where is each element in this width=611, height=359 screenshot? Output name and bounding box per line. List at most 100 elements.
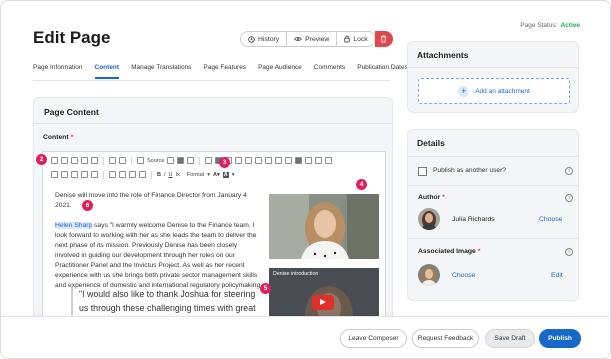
publish-as-other-label: Publish as another user? [433,167,506,174]
save-draft-button[interactable]: Save Draft [485,329,535,348]
blockquote-icon[interactable] [91,171,98,178]
editor-paragraph: says "I warmly welcome Denise to the Fin… [55,222,263,289]
preview-button[interactable]: Preview [287,32,338,46]
bold-icon[interactable]: B [157,172,161,178]
author-avatar [418,208,440,230]
tab-manage-translations[interactable]: Manage Translations [131,64,191,79]
paste-text-icon[interactable] [81,157,88,164]
numbered-list-icon[interactable] [51,171,58,178]
app-frame: Page Status: Active Edit Page History Pre… [0,0,611,359]
info-icon[interactable]: i [565,248,573,256]
redo-icon[interactable] [119,157,126,164]
source-icon[interactable] [137,157,144,164]
content-label-text: Content [43,134,69,141]
justify-icon[interactable] [139,171,146,178]
lock-icon [344,35,351,43]
table-icon[interactable] [265,157,273,164]
leave-composer-button[interactable]: Leave Composer [340,329,407,348]
outdent-icon[interactable] [71,171,78,178]
iframe-icon[interactable] [305,157,313,164]
align-right-icon[interactable] [129,171,136,178]
undo-icon[interactable] [109,157,116,164]
tab-page-features[interactable]: Page Features [203,64,246,79]
toolbar-separator [103,156,104,165]
source-button[interactable]: Source [147,158,164,164]
bullet-list-icon[interactable] [61,171,68,178]
divider [408,238,578,239]
request-feedback-button[interactable]: Request Feedback [412,329,479,348]
page-status: Page Status: Active [520,22,580,29]
add-attachment-label: Add an attachment [475,87,530,95]
flash-icon[interactable] [177,157,185,164]
author-choose-link[interactable]: Choose [539,216,562,223]
paste-icon[interactable] [71,157,78,164]
image-edit-link[interactable]: Edit [551,272,563,279]
unlink-icon[interactable] [245,157,253,164]
action-group: History Preview Lock [240,31,376,47]
delete-button[interactable] [374,31,393,47]
indent-icon[interactable] [81,171,88,178]
callout-marker-6: 6 [82,200,93,211]
special-char-icon[interactable] [285,157,293,164]
portrait-image [269,194,379,259]
underline-icon[interactable]: U [169,172,173,178]
info-icon[interactable]: i [565,194,573,202]
clear-format-icon[interactable]: Ix [176,172,180,178]
divider [408,67,578,68]
fullscreen-icon[interactable] [187,157,195,164]
composer-footer: Leave Composer Request Feedback Save Dra… [1,316,610,358]
editor-toolbar-row-2: B I U Ix Format ▾ A▾ A ▾ [43,168,385,181]
associated-image-label: Associated Image * [418,248,480,255]
required-mark: * [442,194,445,201]
template-icon[interactable] [205,157,213,164]
divider [408,185,578,186]
toolbar-separator [103,170,104,179]
media-icon[interactable] [295,157,303,164]
play-icon[interactable] [312,295,334,310]
required-mark: * [477,248,481,255]
italic-icon[interactable]: I [164,172,166,178]
toolbar-separator [131,156,132,165]
link-icon[interactable] [235,157,243,164]
emoji-icon[interactable] [315,157,323,164]
horizontal-rule-icon[interactable] [275,157,283,164]
image-choose-link[interactable]: Choose [452,272,475,279]
add-attachment-button[interactable]: + Add an attachment [418,78,570,104]
video-title: Denise introduction [273,271,319,277]
align-center-icon[interactable] [119,171,126,178]
text-color-icon[interactable]: A▾ [213,172,220,178]
tab-divider [33,80,390,81]
paste-word-icon[interactable] [91,157,98,164]
page-status-label: Page Status: [520,22,558,29]
associated-image-thumbnail [418,264,440,286]
content-card-title: Page Content [34,98,392,124]
eye-icon [294,37,302,41]
lock-button[interactable]: Lock [337,32,374,46]
callout-marker-2: 2 [36,154,47,165]
editor-blockquote[interactable]: "I would also like to thank Joshua for s… [71,287,261,315]
copy-icon[interactable] [61,157,68,164]
anchor-icon[interactable] [255,157,263,164]
tab-content[interactable]: Content [94,64,120,79]
divider [408,156,578,157]
embedded-photo[interactable] [269,194,379,259]
mention-link[interactable]: Helen Sharp [55,222,93,229]
tab-comments[interactable]: Comments [314,64,345,79]
tab-page-information[interactable]: Page Information [33,64,83,79]
find-icon[interactable] [167,157,175,164]
align-left-icon[interactable] [109,171,116,178]
content-card: Page Content Content * Source B I U Ix F… [33,97,393,351]
page-tabs: Page Information Content Manage Translat… [33,64,420,79]
bg-color-icon[interactable]: A [222,171,229,178]
info-icon[interactable]: i [565,167,573,175]
publish-button[interactable]: Publish [539,329,581,348]
spellcheck-icon[interactable] [325,157,333,164]
details-title: Details [417,138,445,148]
publish-as-other-checkbox[interactable] [418,167,427,176]
tab-publication-dates[interactable]: Publication Dates [357,64,408,79]
cut-icon[interactable] [51,157,58,164]
history-button[interactable]: History [241,32,288,46]
chevron-down-icon: ▾ [207,171,210,178]
tab-page-audience[interactable]: Page Audience [258,64,302,79]
format-dropdown[interactable]: Format [187,172,204,178]
